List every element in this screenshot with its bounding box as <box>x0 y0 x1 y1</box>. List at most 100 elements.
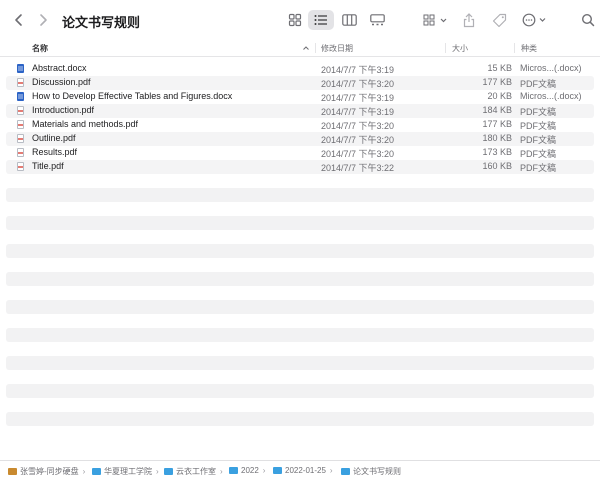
empty-row-stripe <box>6 412 594 426</box>
file-size: 15 KB <box>487 63 512 73</box>
pdf-document-icon <box>17 148 24 157</box>
file-size: 180 KB <box>482 133 512 143</box>
folder-icon <box>164 468 173 475</box>
folder-icon <box>229 467 238 474</box>
folder-icon <box>92 468 101 475</box>
file-date: 2014/7/7 下午3:22 <box>321 163 395 173</box>
file-size: 173 KB <box>482 147 512 157</box>
file-kind: PDF文稿 <box>520 163 557 173</box>
pdf-document-icon <box>17 78 24 87</box>
column-divider[interactable] <box>315 43 316 53</box>
folder-icon <box>341 468 350 475</box>
path-separator-icon: › <box>262 466 266 475</box>
empty-row-stripe <box>6 356 594 370</box>
file-name: Discussion.pdf <box>32 77 91 87</box>
search-icon <box>581 13 595 27</box>
column-header-size[interactable]: 大小 <box>452 43 468 54</box>
file-name: How to Develop Effective Tables and Figu… <box>32 91 233 101</box>
file-kind: PDF文稿 <box>520 149 557 159</box>
pdf-document-icon <box>17 120 24 129</box>
path-crumb[interactable]: 2022 › <box>229 466 265 475</box>
back-button[interactable] <box>10 10 28 30</box>
empty-row-stripe <box>6 272 594 286</box>
chevron-right-icon <box>40 14 47 26</box>
path-separator-icon: › <box>82 467 86 476</box>
path-crumb[interactable]: 2022-01-25 › <box>273 466 333 475</box>
path-crumb-label: 云衣工作室 <box>176 467 216 476</box>
file-kind: Micros...(.docx) <box>520 91 582 101</box>
columns-view-icon <box>341 14 357 26</box>
path-crumb-label: 华夏理工学院 <box>104 467 152 476</box>
empty-row-stripe <box>6 216 594 230</box>
share-button[interactable] <box>458 10 480 30</box>
path-crumb[interactable]: 张雪婷-同步硬盘 › <box>8 466 85 477</box>
file-date: 2014/7/7 下午3:20 <box>321 135 395 145</box>
word-document-icon <box>17 64 24 73</box>
search-button[interactable] <box>578 10 598 30</box>
file-name: Introduction.pdf <box>32 105 95 115</box>
gallery-view-button[interactable] <box>366 10 388 30</box>
window-title: 论文书写规则 <box>62 15 141 30</box>
file-row[interactable]: How to Develop Effective Tables and Figu… <box>6 90 594 104</box>
file-kind: PDF文稿 <box>520 79 557 89</box>
disk-icon <box>8 468 17 475</box>
share-icon <box>463 12 475 27</box>
file-date: 2014/7/7 下午3:19 <box>321 107 395 117</box>
column-header-date[interactable]: 修改日期 <box>321 43 353 54</box>
path-crumb-label: 2022 <box>241 466 259 475</box>
list-view-icon <box>314 15 327 25</box>
empty-row-stripe <box>6 244 594 258</box>
file-row[interactable]: Title.pdf 2014/7/7 下午3:22 160 KB PDF文稿 <box>6 160 594 174</box>
path-crumb-label: 2022-01-25 <box>285 466 326 475</box>
file-row[interactable]: Abstract.docx 2014/7/7 下午3:19 15 KB Micr… <box>6 62 594 76</box>
file-kind: PDF文稿 <box>520 135 557 145</box>
group-by-icon <box>423 14 447 26</box>
file-row[interactable]: Results.pdf 2014/7/7 下午3:20 173 KB PDF文稿 <box>6 146 594 160</box>
ellipsis-circle-icon <box>522 13 546 27</box>
file-date: 2014/7/7 下午3:20 <box>321 79 395 89</box>
path-crumb[interactable]: 华夏理工学院 › <box>92 466 159 477</box>
forward-button[interactable] <box>34 10 52 30</box>
word-document-icon <box>17 92 24 101</box>
column-header-name[interactable]: 名称 <box>32 43 48 54</box>
pdf-document-icon <box>17 134 24 143</box>
column-divider[interactable] <box>445 43 446 53</box>
file-kind: Micros...(.docx) <box>520 63 582 73</box>
path-separator-icon: › <box>220 467 223 476</box>
path-crumb-label: 论文书写规则 <box>353 467 401 476</box>
file-date: 2014/7/7 下午3:20 <box>321 149 395 159</box>
file-row[interactable]: Discussion.pdf 2014/7/7 下午3:20 177 KB PD… <box>6 76 594 90</box>
chevron-left-icon <box>15 14 22 26</box>
file-row[interactable]: Introduction.pdf 2014/7/7 下午3:19 184 KB … <box>6 104 594 118</box>
column-header-kind[interactable]: 种类 <box>521 43 537 54</box>
path-bar: 张雪婷-同步硬盘 › 华夏理工学院 › 云衣工作室 › 2022 › 2022-… <box>0 460 600 481</box>
file-row[interactable]: Outline.pdf 2014/7/7 下午3:20 180 KB PDF文稿 <box>6 132 594 146</box>
column-divider[interactable] <box>514 43 515 53</box>
file-date: 2014/7/7 下午3:19 <box>321 65 395 75</box>
list-view-button[interactable] <box>308 10 334 30</box>
icon-view-button[interactable] <box>284 10 306 30</box>
tag-icon <box>492 13 506 27</box>
more-actions-button[interactable] <box>520 10 552 30</box>
icons-view-icon <box>288 13 302 27</box>
pdf-document-icon <box>17 162 24 171</box>
file-size: 177 KB <box>482 119 512 129</box>
file-name: Outline.pdf <box>32 133 76 143</box>
path-crumb[interactable]: 云衣工作室 › <box>164 466 223 477</box>
path-separator-icon: › <box>329 466 333 475</box>
column-view-button[interactable] <box>338 10 360 30</box>
empty-row-stripe <box>6 300 594 314</box>
file-size: 177 KB <box>482 77 512 87</box>
file-name: Materials and methods.pdf <box>32 119 139 129</box>
file-row[interactable]: Materials and methods.pdf 2014/7/7 下午3:2… <box>6 118 594 132</box>
path-crumb[interactable]: 论文书写规则 <box>341 466 401 477</box>
tag-button[interactable] <box>488 10 510 30</box>
empty-row-stripe <box>6 384 594 398</box>
group-by-button[interactable] <box>420 10 452 30</box>
path-crumb-label: 张雪婷-同步硬盘 <box>20 467 79 476</box>
file-name: Results.pdf <box>32 147 78 157</box>
gallery-view-icon <box>369 14 385 26</box>
file-list: Abstract.docx 2014/7/7 下午3:19 15 KB Micr… <box>6 62 594 174</box>
file-date: 2014/7/7 下午3:19 <box>321 93 395 103</box>
file-size: 184 KB <box>482 105 512 115</box>
